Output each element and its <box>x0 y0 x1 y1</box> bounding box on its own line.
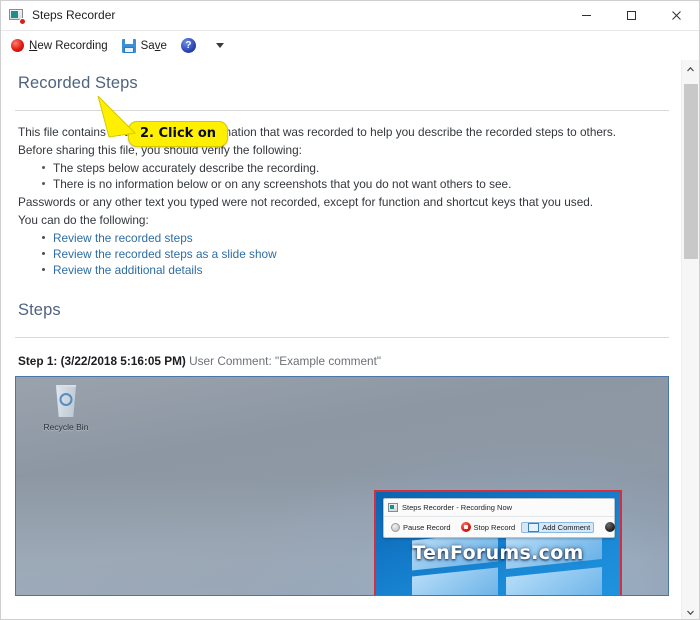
document-content: Recorded Steps This file contains all th… <box>1 60 683 619</box>
pause-icon <box>391 522 400 532</box>
help-button[interactable]: ? <box>178 34 203 57</box>
step-1-screenshot[interactable]: Recycle Bin TenForums.com Steps Recorder… <box>15 376 669 596</box>
link-review-slide-show[interactable]: Review the recorded steps as a slide sho… <box>53 247 277 261</box>
steps-heading: Steps <box>18 301 61 319</box>
scrollbar-track[interactable] <box>682 78 699 603</box>
inner-stop-record-button[interactable]: Stop Record <box>458 522 516 532</box>
new-recording-label: New Recording <box>29 39 108 52</box>
inner-window-title: Steps Recorder - Recording Now <box>402 503 513 512</box>
step-1-comment: User Comment: "Example comment" <box>189 354 382 368</box>
save-button[interactable]: Save <box>119 34 174 57</box>
recycle-bin-shortcut: Recycle Bin <box>30 385 102 432</box>
minimize-button[interactable] <box>564 1 609 30</box>
new-recording-button[interactable]: New Recording <box>8 34 115 57</box>
title-bar: Steps Recorder <box>1 1 699 31</box>
inner-chevron-down-icon[interactable] <box>620 526 622 529</box>
chevron-down-icon[interactable] <box>215 43 224 48</box>
divider-top <box>15 110 669 111</box>
list-item: Review the additional details <box>42 262 669 278</box>
window-title: Steps Recorder <box>32 8 116 22</box>
intro-line-1: This file contains all the steps and inf… <box>18 125 617 139</box>
link-review-recorded-steps[interactable]: Review the recorded steps <box>53 231 193 245</box>
list-item: Review the recorded steps <box>42 230 669 246</box>
toolbar: New Recording Save ? <box>1 31 699 61</box>
steps-recorder-icon <box>9 8 26 25</box>
scroll-down-button[interactable] <box>682 603 699 619</box>
link-review-additional-details[interactable]: Review the additional details <box>53 263 203 277</box>
maximize-button[interactable] <box>609 1 654 30</box>
stop-icon <box>460 522 471 532</box>
inner-pause-record-button[interactable]: Pause Record <box>388 522 451 532</box>
highlighted-recorder-window: TenForums.com Steps Recorder - Recording… <box>374 490 622 595</box>
window-controls <box>564 1 699 30</box>
can-do-label: You can do the following: <box>18 213 149 227</box>
inner-toolbar: Pause Record Stop Record Add Comment <box>384 517 616 537</box>
watermark: TenForums.com <box>412 542 584 564</box>
save-label: Save <box>140 39 167 52</box>
instruction-callout: 2. Click on <box>97 96 229 147</box>
recycle-bin-icon <box>55 385 77 417</box>
verify-bullet-list: The steps below accurately describe the … <box>15 160 669 192</box>
action-links-list: Review the recorded steps Review the rec… <box>15 230 669 278</box>
comment-icon <box>528 522 540 532</box>
inner-add-comment-button[interactable]: Add Comment <box>521 521 595 533</box>
inner-pause-label: Pause Record <box>403 522 451 532</box>
record-dot-icon <box>11 39 24 52</box>
callout-text: 2. Click on <box>128 121 229 147</box>
scroll-up-button[interactable] <box>682 60 699 78</box>
divider-steps <box>15 337 669 338</box>
inner-stop-label: Stop Record <box>473 522 516 532</box>
inner-help-icon[interactable] <box>605 522 616 532</box>
step-1-header: Step 1: (3/22/2018 5:16:05 PM) User Comm… <box>18 354 669 368</box>
list-item: There is no information below or on any … <box>42 176 669 192</box>
page-title: Recorded Steps <box>18 74 138 92</box>
passwords-note: Passwords or any other text you typed we… <box>18 195 594 209</box>
help-icon: ? <box>180 38 196 53</box>
save-disk-icon <box>121 38 136 53</box>
intro-line-2: Before sharing this file, you should ver… <box>18 143 302 157</box>
inner-recorder-toolbar: Steps Recorder - Recording Now Pause Rec… <box>383 498 616 538</box>
scrollbar-thumb[interactable] <box>684 84 698 259</box>
steps-recorder-window: Steps Recorder New Recording Save ? Reco… <box>0 0 700 620</box>
list-item: The steps below accurately describe the … <box>42 160 669 176</box>
inner-steps-recorder-icon <box>388 503 398 512</box>
list-item: Review the recorded steps as a slide sho… <box>42 246 669 262</box>
close-button[interactable] <box>654 1 699 30</box>
inner-add-comment-label: Add Comment <box>542 522 591 532</box>
vertical-scrollbar[interactable] <box>681 60 699 619</box>
recycle-bin-label: Recycle Bin <box>43 422 89 432</box>
inner-title-bar: Steps Recorder - Recording Now <box>384 499 614 517</box>
step-1-label: Step 1: (3/22/2018 5:16:05 PM) <box>18 354 186 368</box>
